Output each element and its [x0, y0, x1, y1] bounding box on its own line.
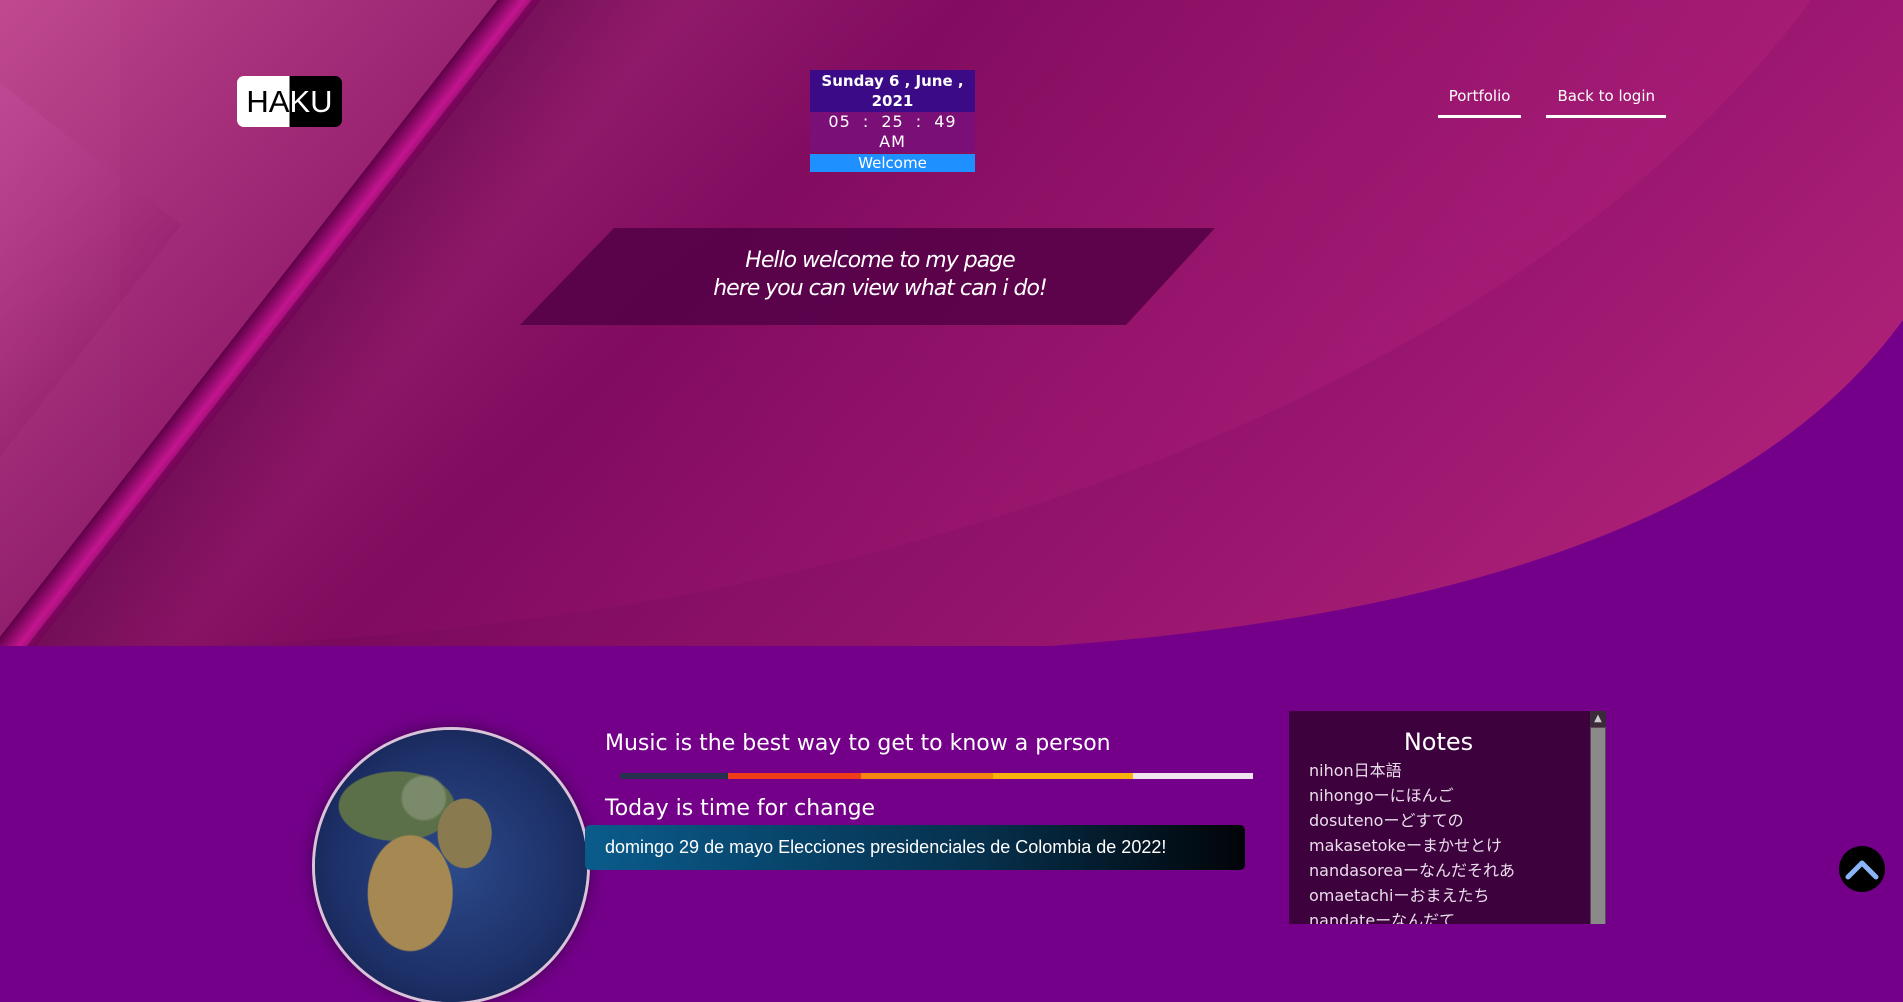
clock-date: Sunday 6 , June , 2021	[810, 70, 975, 112]
logo[interactable]: HAKU	[237, 76, 342, 127]
welcome-line-2: here you can view what can i do!	[713, 276, 1048, 301]
color-bar-segment	[1132, 773, 1253, 779]
list-item: nandateーなんだて	[1309, 911, 1456, 924]
color-bar-segment	[620, 773, 728, 779]
welcome-label: Welcome	[810, 154, 975, 172]
clock-widget: Sunday 6 , June , 2021 05 : 25 : 49 AM W…	[810, 70, 975, 172]
color-bar-segment	[727, 773, 861, 779]
color-bar	[620, 773, 1253, 779]
earth-globe-image	[315, 730, 587, 1002]
top-nav: Portfolio Back to login	[1437, 84, 1666, 118]
chevron-up-icon	[1845, 860, 1879, 880]
notes-list: nihon日本語 nihongoーにほんご dosutenoーどすての maka…	[1309, 758, 1606, 924]
notes-title: Notes	[1403, 728, 1474, 756]
news-ticker: domingo 29 de mayo Elecciones presidenci…	[585, 825, 1245, 870]
welcome-banner-text: Hello welcome to my page here you can vi…	[600, 247, 1160, 303]
welcome-line-1: Hello welcome to my page	[745, 248, 1015, 273]
notes-scrollbar[interactable]: ▲	[1590, 711, 1606, 924]
scroll-up-arrow-icon[interactable]: ▲	[1590, 711, 1606, 727]
list-item: nihongoーにほんご	[1309, 786, 1454, 805]
music-heading: Music is the best way to get to know a p…	[605, 731, 1111, 756]
nav-back-to-login-link[interactable]: Back to login	[1546, 84, 1666, 118]
clock-time: 05 : 25 : 49 AM	[810, 112, 975, 152]
color-bar-segment	[860, 773, 994, 779]
change-heading: Today is time for change	[605, 796, 876, 821]
list-item: nandasoreaーなんだそれあ	[1309, 861, 1516, 880]
list-item: omaetachiーおまえたち	[1309, 886, 1490, 905]
list-item: nihon日本語	[1309, 761, 1402, 780]
color-bar-segment	[993, 773, 1133, 779]
scroll-to-top-button[interactable]	[1839, 846, 1885, 892]
nav-portfolio-link[interactable]: Portfolio	[1437, 84, 1522, 118]
list-item: makasetokeーまかせとけ	[1309, 836, 1502, 855]
list-item: dosutenoーどすての	[1309, 811, 1464, 830]
scrollbar-thumb[interactable]	[1591, 728, 1605, 924]
notes-panel[interactable]: Notes nihon日本語 nihongoーにほんご dosutenoーどすて…	[1289, 711, 1606, 924]
